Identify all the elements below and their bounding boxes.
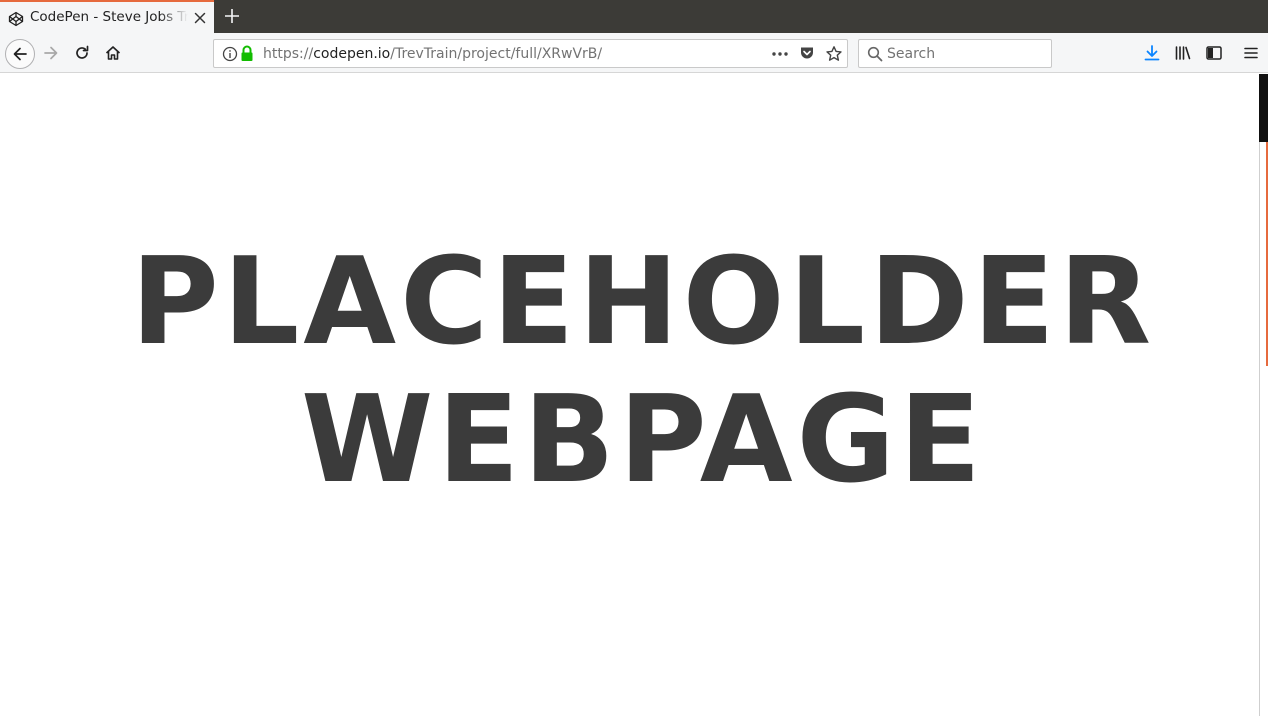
nav-toolbar: https://codepen.io/TrevTrain/project/ful… [0, 33, 1268, 73]
star-icon[interactable] [825, 45, 843, 63]
codepen-icon [8, 11, 24, 27]
search-bar[interactable] [858, 39, 1052, 68]
url-text[interactable]: https://codepen.io/TrevTrain/project/ful… [263, 46, 602, 62]
tab-codepen[interactable]: CodePen - Steve Jobs Tribute Page [0, 0, 214, 33]
url-path: /TrevTrain/project/full/XRwVrB/ [390, 46, 603, 62]
search-icon [867, 46, 883, 62]
home-icon [105, 46, 121, 60]
page-headline: PLACEHOLDER WEBPAGE [0, 234, 1268, 510]
pocket-icon[interactable] [799, 45, 815, 61]
sidebar-icon[interactable] [1205, 44, 1223, 62]
page-content: PLACEHOLDER WEBPAGE [0, 74, 1259, 716]
url-domain: codepen.io [313, 46, 391, 62]
tab-title: CodePen - Steve Jobs Tribute Page [30, 9, 188, 25]
close-icon[interactable] [192, 10, 208, 26]
ellipsis-icon[interactable] [771, 46, 789, 62]
forward-arrow-icon [44, 46, 58, 60]
lock-icon[interactable] [240, 45, 254, 62]
home-button[interactable] [99, 39, 127, 67]
tab-strip: CodePen - Steve Jobs Tribute Page [0, 0, 1268, 33]
forward-button[interactable] [37, 39, 65, 67]
info-icon[interactable] [222, 46, 238, 62]
headline-line-1: PLACEHOLDER [130, 233, 1156, 372]
hamburger-menu-icon[interactable] [1243, 45, 1259, 61]
library-icon[interactable] [1174, 44, 1192, 62]
url-scheme: https:// [263, 46, 314, 62]
back-arrow-icon [13, 47, 27, 61]
back-button[interactable] [5, 39, 35, 69]
new-tab-plus-icon[interactable] [222, 6, 242, 26]
scrollbar-thumb[interactable] [1259, 74, 1268, 142]
search-input[interactable] [887, 45, 1047, 63]
url-bar[interactable]: https://codepen.io/TrevTrain/project/ful… [213, 39, 848, 68]
reload-icon [76, 45, 89, 59]
download-icon[interactable] [1143, 44, 1161, 62]
reload-button[interactable] [68, 39, 96, 67]
headline-line-2: WEBPAGE [300, 371, 986, 510]
